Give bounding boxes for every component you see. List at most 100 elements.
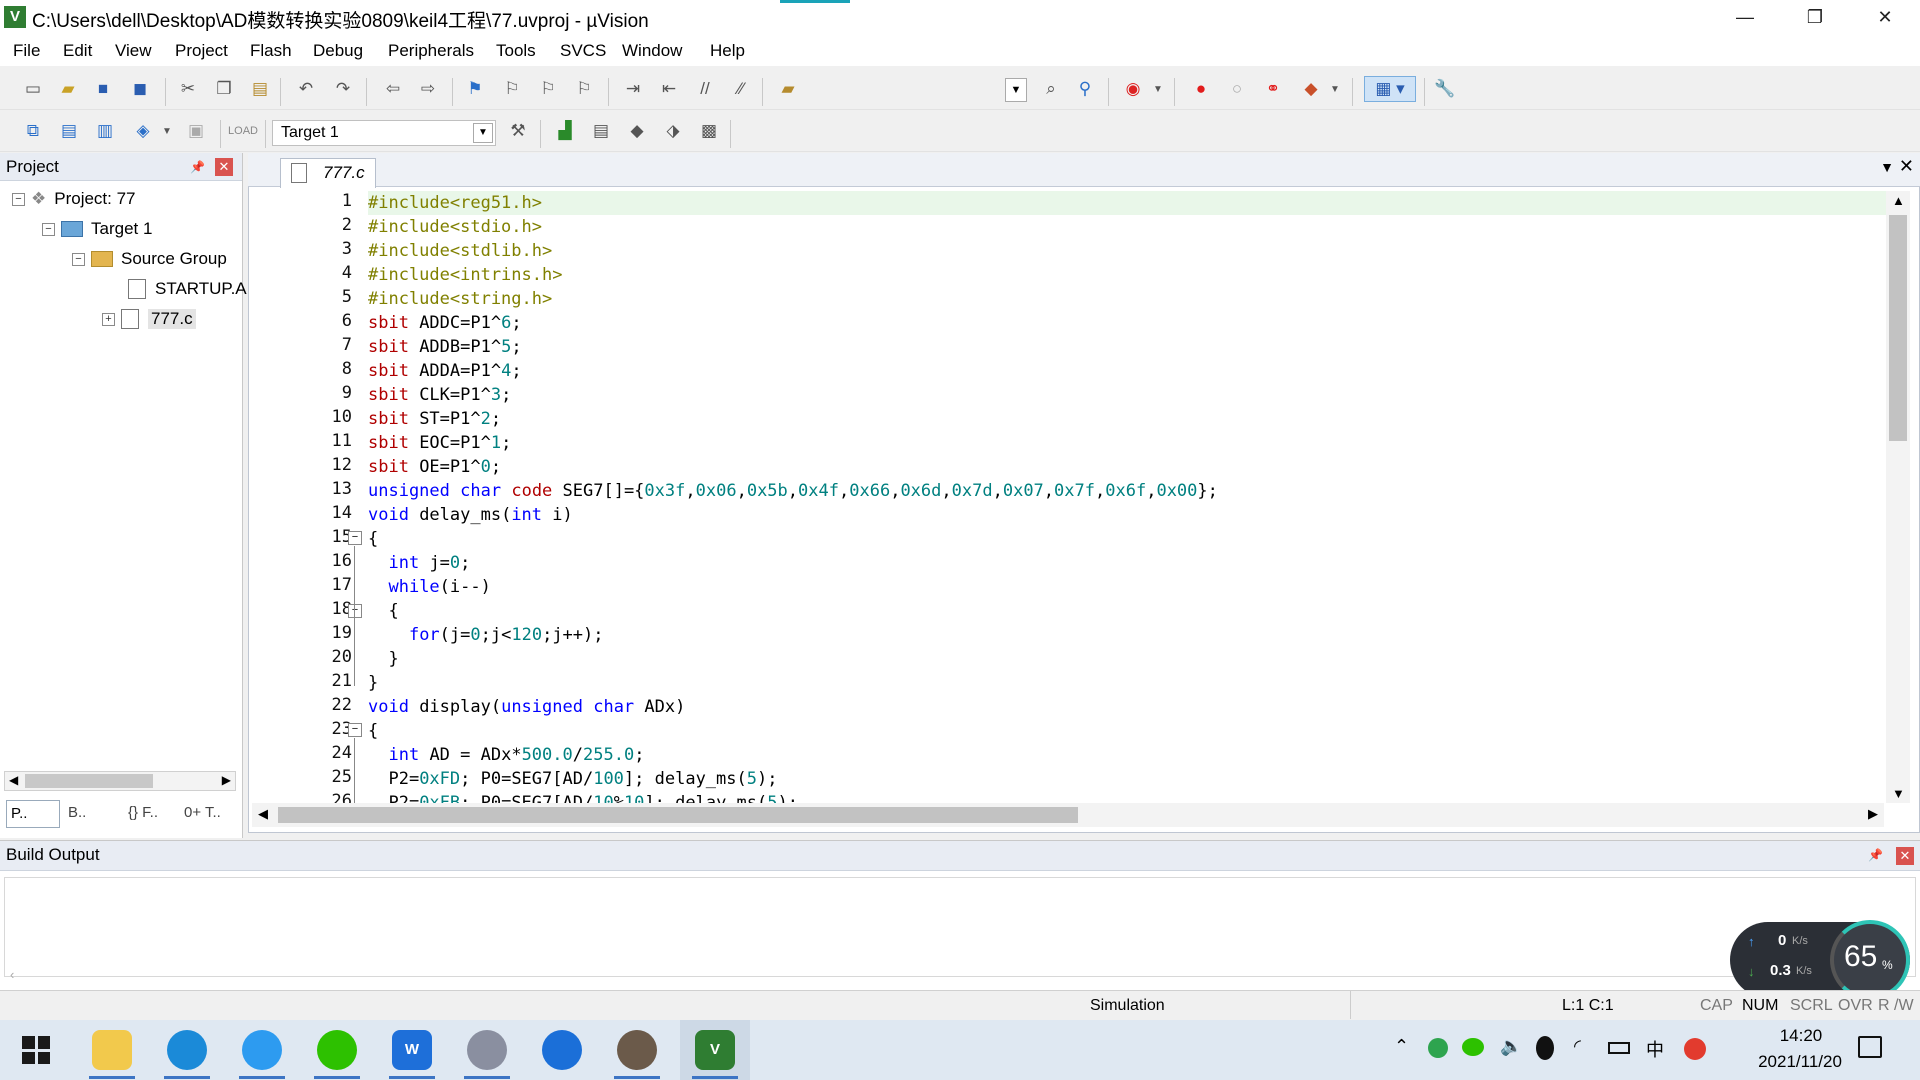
minimize-button[interactable]: — bbox=[1710, 0, 1780, 34]
windows-start-icon[interactable] bbox=[16, 1030, 56, 1070]
editor-vscroll[interactable]: ▲ ▼ bbox=[1886, 191, 1910, 803]
debug-session-icon[interactable]: ◉ bbox=[1120, 76, 1146, 102]
ime-indicator[interactable]: 中 bbox=[1646, 1036, 1664, 1062]
menu-file[interactable]: File bbox=[13, 41, 40, 61]
wps-icon[interactable]: W bbox=[392, 1030, 432, 1070]
scroll-right-icon[interactable]: ▶ bbox=[1868, 806, 1878, 822]
manage-project-icon[interactable]: ▟ bbox=[552, 118, 578, 144]
find-dropdown[interactable]: ▼ bbox=[1005, 78, 1027, 102]
menu-help[interactable]: Help bbox=[710, 41, 745, 61]
bookmark-toggle-icon[interactable]: ⚑ bbox=[462, 76, 488, 102]
code-line[interactable]: { bbox=[368, 599, 398, 623]
code-line[interactable]: int j=0; bbox=[368, 551, 470, 575]
code-line[interactable]: { bbox=[368, 527, 378, 551]
edge-browser-icon[interactable] bbox=[167, 1030, 207, 1070]
scroll-left-icon[interactable]: ◀ bbox=[258, 806, 268, 822]
undo-icon[interactable]: ↶ bbox=[293, 76, 319, 102]
tab-templates[interactable]: 0+ T.. bbox=[180, 800, 240, 828]
configure-tools-icon[interactable]: 🔧 bbox=[1432, 76, 1458, 102]
menu-debug[interactable]: Debug bbox=[313, 41, 363, 61]
tab-functions[interactable]: {} F.. bbox=[124, 800, 178, 828]
fold-icon[interactable]: − bbox=[348, 531, 362, 545]
configure-breakpoints-icon[interactable]: ◆ bbox=[1298, 76, 1324, 102]
sogou-input-icon[interactable] bbox=[1684, 1038, 1706, 1060]
paste-icon[interactable]: ▤ bbox=[247, 76, 273, 102]
tree-source-group[interactable]: − Source Group bbox=[72, 249, 227, 269]
kill-breakpoints-icon[interactable]: ⚭ bbox=[1260, 76, 1286, 102]
tab-books[interactable]: B.. bbox=[64, 800, 120, 828]
tree-file-startup[interactable]: STARTUP.A bbox=[128, 279, 247, 299]
qq-browser-icon[interactable] bbox=[242, 1030, 282, 1070]
code-line[interactable]: for(j=0;j<120;j++); bbox=[368, 623, 604, 647]
target-options-icon[interactable]: ⚒ bbox=[505, 118, 531, 144]
breakpoint-dropdown-icon[interactable]: ▼ bbox=[1322, 76, 1348, 102]
code-line[interactable]: void display(unsigned char ADx) bbox=[368, 695, 685, 719]
build-output-text[interactable] bbox=[4, 877, 1916, 977]
code-line[interactable]: #include<string.h> bbox=[368, 287, 552, 311]
uvision-taskbar-item[interactable]: V bbox=[680, 1020, 750, 1080]
menu-edit[interactable]: Edit bbox=[63, 41, 92, 61]
battery-icon[interactable] bbox=[1608, 1042, 1630, 1054]
batch-dropdown-icon[interactable]: ▼ bbox=[154, 118, 180, 144]
proteus-icon[interactable] bbox=[467, 1030, 507, 1070]
redo-icon[interactable]: ↷ bbox=[330, 76, 356, 102]
save-icon[interactable]: ■ bbox=[90, 76, 116, 102]
volume-icon[interactable]: 🔈 bbox=[1500, 1036, 1522, 1057]
incremental-find-icon[interactable]: ⚲ bbox=[1072, 76, 1098, 102]
hscroll-thumb[interactable] bbox=[278, 807, 1078, 823]
notification-icon[interactable] bbox=[1858, 1036, 1882, 1058]
code-line[interactable]: } bbox=[368, 671, 378, 695]
code-line[interactable]: P2=0xFD; P0=SEG7[AD/100]; delay_ms(5); bbox=[368, 767, 777, 791]
code-line[interactable]: } bbox=[368, 647, 398, 671]
tab-project[interactable]: P.. bbox=[6, 800, 60, 828]
manage-packs-icon[interactable]: ▤ bbox=[588, 118, 614, 144]
code-line[interactable]: #include<intrins.h> bbox=[368, 263, 562, 287]
uncomment-icon[interactable]: ⁄⁄ bbox=[728, 76, 754, 102]
target-select[interactable]: Target 1 ▼ bbox=[272, 120, 496, 146]
menu-view[interactable]: View bbox=[115, 41, 152, 61]
code-line[interactable]: P2=0xFB; P0=SEG7[AD/10%10]; delay_ms(5); bbox=[368, 791, 798, 803]
copy-icon[interactable]: ❐ bbox=[211, 76, 237, 102]
menu-window[interactable]: Window bbox=[622, 41, 682, 61]
find-icon[interactable]: ⌕ bbox=[1038, 76, 1064, 102]
tree-target[interactable]: − Target 1 bbox=[42, 219, 152, 239]
build-icon[interactable]: ▤ bbox=[56, 118, 82, 144]
scroll-thumb[interactable] bbox=[25, 774, 153, 788]
close-project-panel-icon[interactable]: ✕ bbox=[215, 158, 233, 176]
editor-hscroll[interactable]: ◀ ▶ bbox=[252, 803, 1884, 827]
media-player-tray-icon[interactable] bbox=[1428, 1038, 1448, 1058]
batch-build-icon[interactable]: ◈ bbox=[130, 118, 156, 144]
cut-icon[interactable]: ✂ bbox=[175, 76, 201, 102]
tab-777c[interactable]: 777.c bbox=[280, 158, 376, 188]
code-line[interactable]: unsigned char code SEG7[]={0x3f,0x06,0x5… bbox=[368, 479, 1218, 503]
scroll-right-icon[interactable]: ▶ bbox=[222, 773, 231, 787]
nav-forward-icon[interactable]: ⇨ bbox=[415, 76, 441, 102]
indent-icon[interactable]: ⇥ bbox=[620, 76, 646, 102]
menu-peripherals[interactable]: Peripherals bbox=[388, 41, 474, 61]
close-tab-icon[interactable]: ✕ bbox=[1899, 156, 1914, 177]
open-file-icon[interactable]: ▰ bbox=[55, 76, 81, 102]
debug-dropdown-icon[interactable]: ▼ bbox=[1145, 76, 1171, 102]
nav-back-icon[interactable]: ⇦ bbox=[380, 76, 406, 102]
qq-tray-icon[interactable] bbox=[1536, 1036, 1554, 1060]
restore-button[interactable]: ❐ bbox=[1780, 0, 1850, 34]
clock-date[interactable]: 2021/11/20 bbox=[1730, 1052, 1870, 1072]
unindent-icon[interactable]: ⇤ bbox=[656, 76, 682, 102]
clock-time[interactable]: 14:20 bbox=[1756, 1026, 1846, 1046]
stop-build-icon[interactable]: ▣ bbox=[183, 118, 209, 144]
feishu-icon[interactable] bbox=[542, 1030, 582, 1070]
menu-flash[interactable]: Flash bbox=[250, 41, 292, 61]
close-build-output-icon[interactable]: ✕ bbox=[1896, 847, 1914, 865]
code-line[interactable]: sbit ADDA=P1^4; bbox=[368, 359, 522, 383]
project-hscroll[interactable]: ◀ ▶ bbox=[4, 771, 236, 791]
expand-icon[interactable]: + bbox=[102, 312, 115, 326]
wifi-icon[interactable]: ◜ bbox=[1574, 1036, 1581, 1057]
window-layout-icon[interactable]: ▦ ▾ bbox=[1364, 76, 1416, 102]
wechat-icon[interactable] bbox=[317, 1030, 357, 1070]
code-line[interactable]: sbit ST=P1^2; bbox=[368, 407, 501, 431]
comment-icon[interactable]: // bbox=[692, 76, 718, 102]
chevron-up-icon[interactable]: ⌃ bbox=[1394, 1036, 1409, 1057]
code-line[interactable]: sbit ADDC=P1^6; bbox=[368, 311, 522, 335]
menu-project[interactable]: Project bbox=[175, 41, 228, 61]
code-line[interactable]: { bbox=[368, 719, 378, 743]
